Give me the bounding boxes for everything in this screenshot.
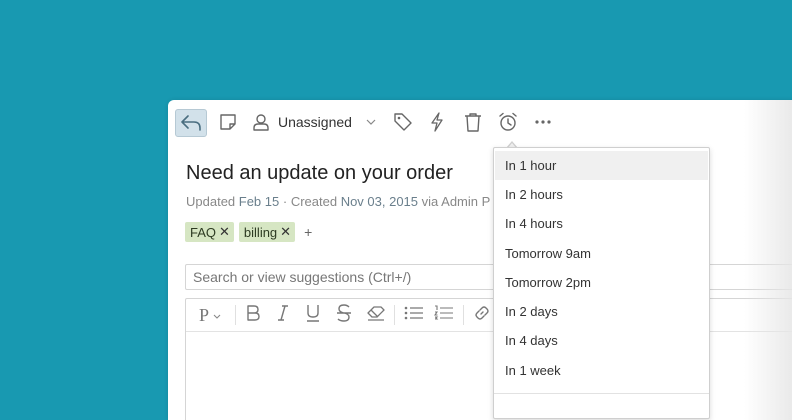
remove-tag-icon[interactable]: ✕	[280, 224, 291, 240]
bold-icon	[246, 304, 260, 327]
add-tag-button[interactable]: +	[304, 224, 312, 240]
reply-icon	[180, 114, 202, 132]
ticket-toolbar: Unassigned	[168, 100, 792, 144]
numbered-list-icon	[433, 304, 454, 326]
paragraph-format-label: P	[198, 304, 209, 325]
via-text: via Admin P	[418, 194, 491, 209]
paragraph-format-dropdown[interactable]: P	[194, 303, 226, 327]
toolbar-divider	[394, 305, 395, 325]
remove-tag-icon[interactable]: ✕	[219, 224, 230, 240]
note-icon	[219, 113, 237, 131]
snooze-option[interactable]: In 1 hour	[495, 151, 708, 180]
snooze-option[interactable]: In 1 week	[495, 356, 708, 385]
bullet-list-icon	[404, 305, 424, 326]
alarm-clock-icon	[498, 112, 518, 132]
updated-date: Feb 15	[238, 194, 280, 209]
tag-chip: FAQ ✕	[185, 222, 234, 242]
delete-button[interactable]	[462, 108, 484, 136]
tag-icon	[393, 112, 413, 132]
trash-icon	[464, 112, 482, 132]
created-date: Nov 03, 2015	[340, 194, 419, 209]
underline-button[interactable]	[302, 303, 324, 327]
tag-chip: billing ✕	[238, 222, 296, 242]
toolbar-divider	[235, 305, 236, 325]
italic-icon	[277, 304, 289, 327]
link-button[interactable]	[470, 303, 494, 327]
reply-button[interactable]	[175, 109, 207, 137]
eraser-icon	[366, 305, 386, 326]
snooze-option[interactable]: Tomorrow 2pm	[495, 268, 708, 297]
created-prefix: Created	[290, 194, 341, 209]
snooze-button[interactable]	[497, 108, 519, 136]
ticket-meta: Updated Feb 15 · Created Nov 03, 2015 vi…	[186, 194, 490, 209]
snooze-option[interactable]: In 4 days	[495, 326, 708, 355]
tag-list: FAQ ✕ billing ✕ +	[185, 222, 312, 242]
more-button[interactable]	[532, 108, 554, 136]
user-icon	[252, 113, 270, 131]
snooze-option[interactable]: In 2 hours	[495, 180, 708, 209]
macro-button[interactable]	[427, 108, 447, 136]
tag-button[interactable]	[392, 108, 414, 136]
tag-label: FAQ	[190, 224, 217, 240]
underline-icon	[305, 304, 321, 327]
meta-separator: ·	[279, 194, 291, 209]
chevron-down-icon	[213, 306, 221, 324]
link-icon	[473, 304, 491, 327]
assignee-dropdown[interactable]: Unassigned	[252, 108, 376, 136]
bullet-list-button[interactable]	[402, 303, 426, 327]
strikethrough-button[interactable]	[333, 303, 355, 327]
strikethrough-icon	[336, 303, 352, 327]
tag-label: billing	[243, 224, 278, 240]
bolt-icon	[430, 112, 444, 132]
toolbar-divider	[463, 305, 464, 325]
updated-prefix: Updated	[186, 194, 239, 209]
assignee-label: Unassigned	[278, 114, 352, 130]
snooze-option[interactable]: Tomorrow 9am	[495, 239, 708, 268]
numbered-list-button[interactable]	[432, 303, 456, 327]
bold-button[interactable]	[242, 303, 264, 327]
snooze-dropdown-menu: In 1 hour In 2 hours In 4 hours Tomorrow…	[493, 147, 710, 419]
ticket-title: Need an update on your order	[186, 162, 453, 184]
clear-format-button[interactable]	[364, 303, 388, 327]
italic-button[interactable]	[272, 303, 294, 327]
snooze-option[interactable]: In 4 hours	[495, 209, 708, 238]
note-button[interactable]	[218, 108, 238, 136]
menu-divider	[494, 393, 709, 394]
snooze-option[interactable]: In 2 days	[495, 297, 708, 326]
chevron-down-icon	[366, 119, 376, 125]
more-icon	[535, 120, 551, 124]
